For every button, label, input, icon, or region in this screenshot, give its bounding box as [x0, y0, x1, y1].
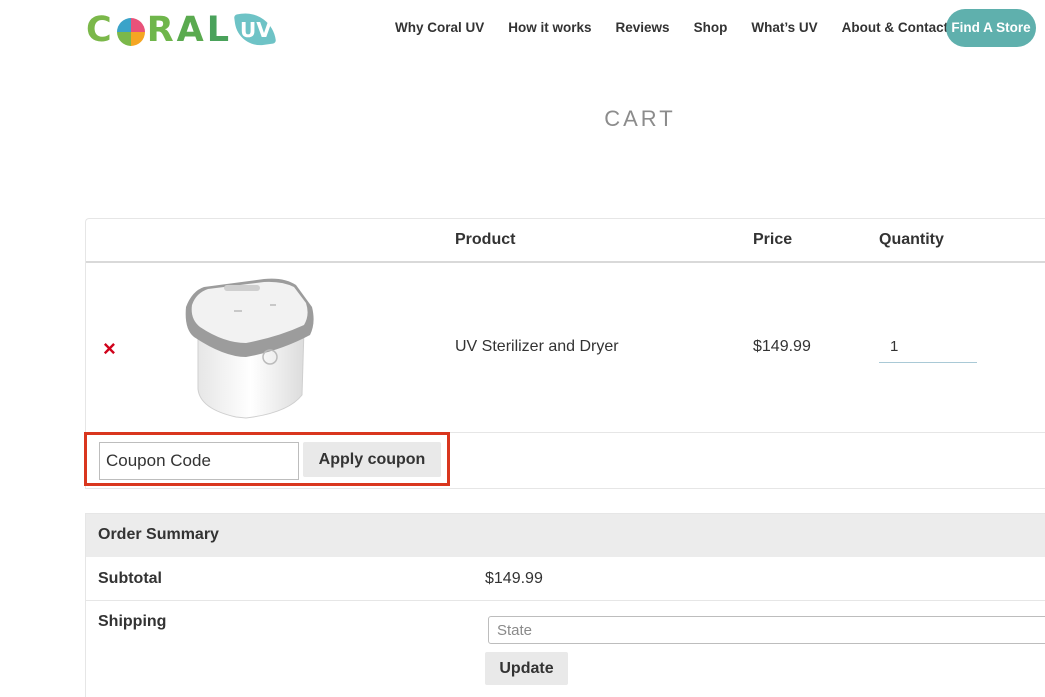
- page: C R A L UV Why Coral UV How it works Rev…: [0, 0, 1045, 697]
- logo-letter-a: A: [176, 10, 207, 50]
- uv-sterilizer-product-image[interactable]: [184, 277, 314, 419]
- cart-table: Product Price Quantity × UV Sterilizer a…: [84, 218, 1045, 489]
- quantity-input[interactable]: [879, 331, 977, 363]
- logo-letter-r: R: [146, 10, 177, 50]
- find-a-store-button[interactable]: Find A Store: [946, 9, 1036, 47]
- summary-divider: [86, 600, 1045, 601]
- update-button[interactable]: Update: [485, 652, 568, 685]
- order-summary-header: Order Summary: [86, 514, 1045, 557]
- page-title: CART: [604, 106, 676, 131]
- product-price: $149.99: [753, 338, 811, 355]
- coupon-code-input[interactable]: [99, 442, 299, 480]
- logo-uv-text: UV: [240, 18, 272, 42]
- order-summary: Order Summary Subtotal $149.99 Shipping …: [85, 513, 1045, 697]
- nav-item-how-it-works[interactable]: How it works: [508, 18, 591, 38]
- logo-letter-c: C: [86, 10, 115, 50]
- nav-item-whats-uv[interactable]: What’s UV: [751, 18, 817, 38]
- main-nav: Why Coral UV How it works Reviews Shop W…: [390, 18, 972, 38]
- subtotal-label: Subtotal: [98, 570, 162, 587]
- shipping-label: Shipping: [98, 613, 167, 630]
- nav-item-shop[interactable]: Shop: [694, 18, 728, 38]
- column-header-price: Price: [753, 231, 793, 248]
- order-summary-title: Order Summary: [98, 526, 219, 543]
- remove-item-icon[interactable]: ×: [103, 337, 116, 361]
- nav-item-why-coral-uv[interactable]: Why Coral UV: [395, 18, 484, 38]
- nav-item-reviews[interactable]: Reviews: [616, 18, 670, 38]
- nav-item-about-contact[interactable]: About & Contact: [842, 18, 948, 38]
- logo-letter-l: L: [206, 10, 233, 50]
- header-divider: [86, 261, 1045, 263]
- logo-circle-icon: [116, 18, 145, 46]
- apply-coupon-button[interactable]: Apply coupon: [303, 442, 441, 477]
- subtotal-value: $149.99: [485, 570, 543, 587]
- state-field[interactable]: [488, 616, 1045, 644]
- column-header-product: Product: [455, 231, 516, 248]
- logo-uv-badge: UV: [233, 9, 277, 50]
- column-header-quantity: Quantity: [879, 231, 944, 248]
- product-name[interactable]: UV Sterilizer and Dryer: [455, 338, 619, 356]
- coral-uv-logo[interactable]: C R A L UV: [86, 8, 277, 52]
- table-bottom-divider: [86, 488, 1045, 489]
